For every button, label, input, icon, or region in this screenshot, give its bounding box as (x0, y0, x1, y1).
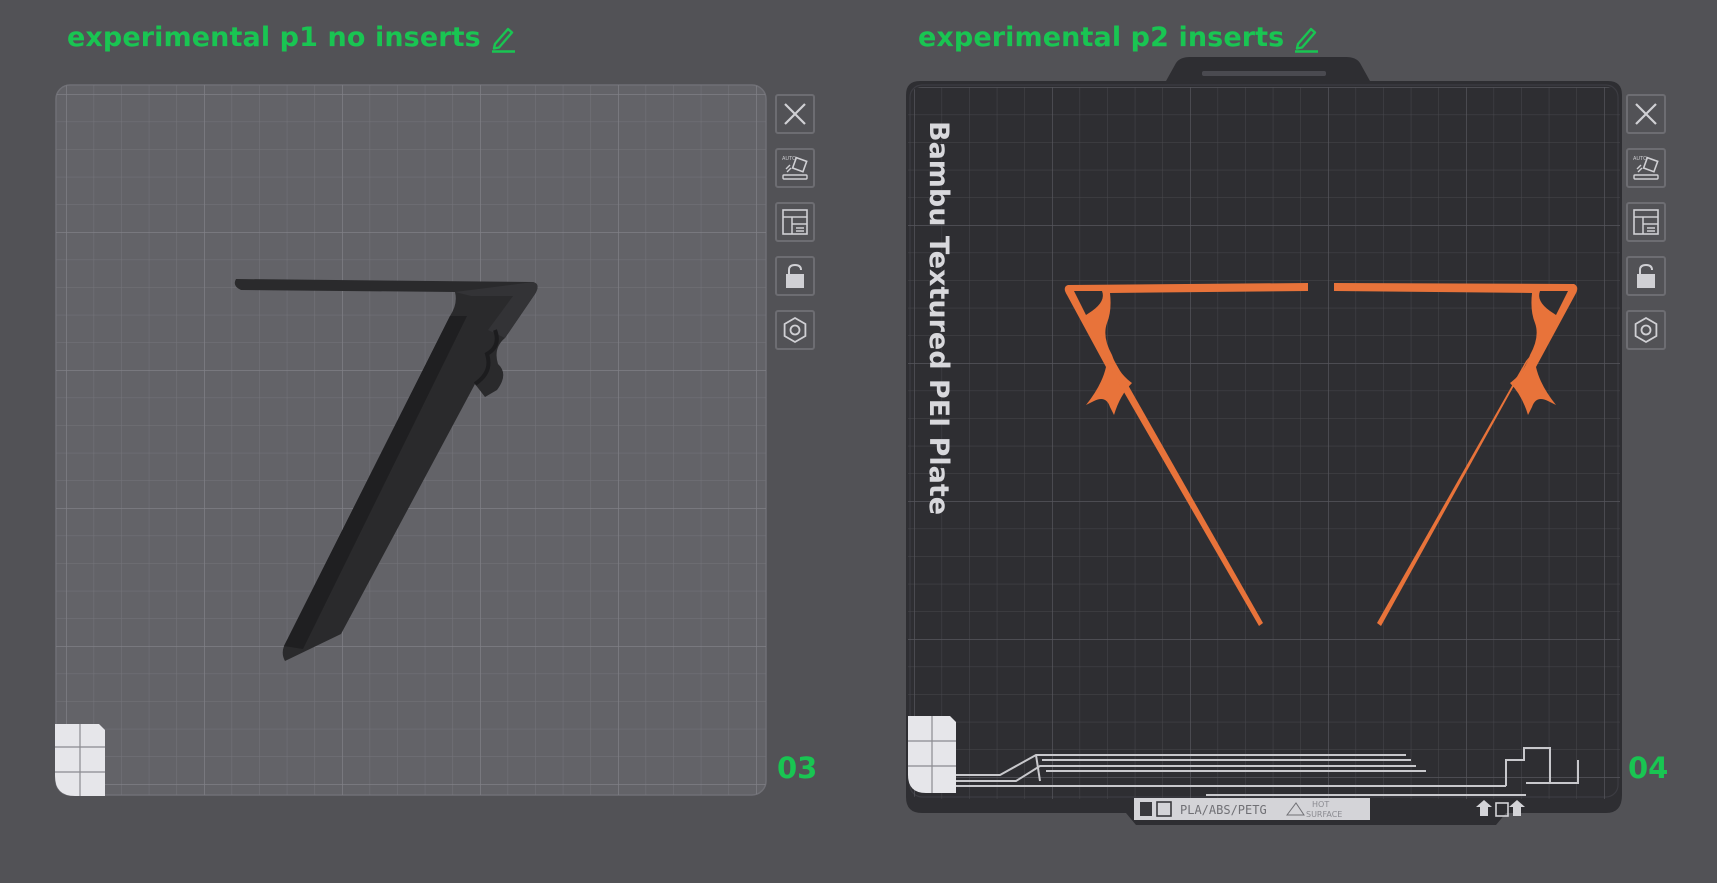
origin-corner-marker (908, 716, 956, 793)
origin-corner-marker (55, 724, 105, 796)
surface-label: SURFACE (1306, 810, 1342, 819)
delete-plate-button[interactable] (775, 94, 815, 134)
plate-settings-button[interactable] (1626, 310, 1666, 350)
material-list: PLA/ABS/PETG (1180, 803, 1267, 817)
auto-orient-icon: AUTO (782, 156, 808, 180)
arrange-icon (1633, 209, 1659, 235)
plate-1-title-text: experimental p1 no inserts (67, 22, 481, 53)
plate-1-number: 03 (777, 751, 818, 785)
plate-type-label: Bambu Textured PEI Plate (923, 121, 954, 515)
plate-1-title[interactable]: experimental p1 no inserts (67, 22, 517, 53)
build-plate-1[interactable] (55, 84, 767, 796)
plate-settings-button[interactable] (775, 310, 815, 350)
build-plate-2[interactable]: Bambu Textured PEI Plate PLA/ABS/PETG HO… (906, 55, 1622, 825)
auto-orient-button[interactable]: AUTO (1626, 148, 1666, 188)
svg-text:AUTO: AUTO (1633, 156, 1647, 162)
plate-2-title-text: experimental p2 inserts (918, 22, 1285, 53)
close-icon (784, 103, 806, 125)
plate-2-title[interactable]: experimental p2 inserts (918, 22, 1320, 53)
lock-icon (786, 263, 804, 288)
lock-plate-button[interactable] (775, 256, 815, 296)
edit-name-icon[interactable] (489, 23, 517, 53)
settings-hex-icon (1634, 316, 1658, 344)
settings-hex-icon (783, 316, 807, 344)
delete-plate-button[interactable] (1626, 94, 1666, 134)
plate-2-toolbar: AUTO (1626, 94, 1670, 364)
hot-label: HOT (1312, 800, 1329, 809)
svg-text:AUTO: AUTO (782, 156, 796, 162)
arrange-button[interactable] (775, 202, 815, 242)
auto-orient-icon: AUTO (1633, 156, 1659, 180)
arrange-button[interactable] (1626, 202, 1666, 242)
lock-icon (1637, 263, 1655, 288)
arrange-icon (782, 209, 808, 235)
auto-orient-button[interactable]: AUTO (775, 148, 815, 188)
close-icon (1635, 103, 1657, 125)
plate-1-toolbar: AUTO (775, 94, 819, 364)
edit-name-icon[interactable] (1292, 23, 1320, 53)
plate-2-number: 04 (1628, 751, 1669, 785)
lock-plate-button[interactable] (1626, 256, 1666, 296)
